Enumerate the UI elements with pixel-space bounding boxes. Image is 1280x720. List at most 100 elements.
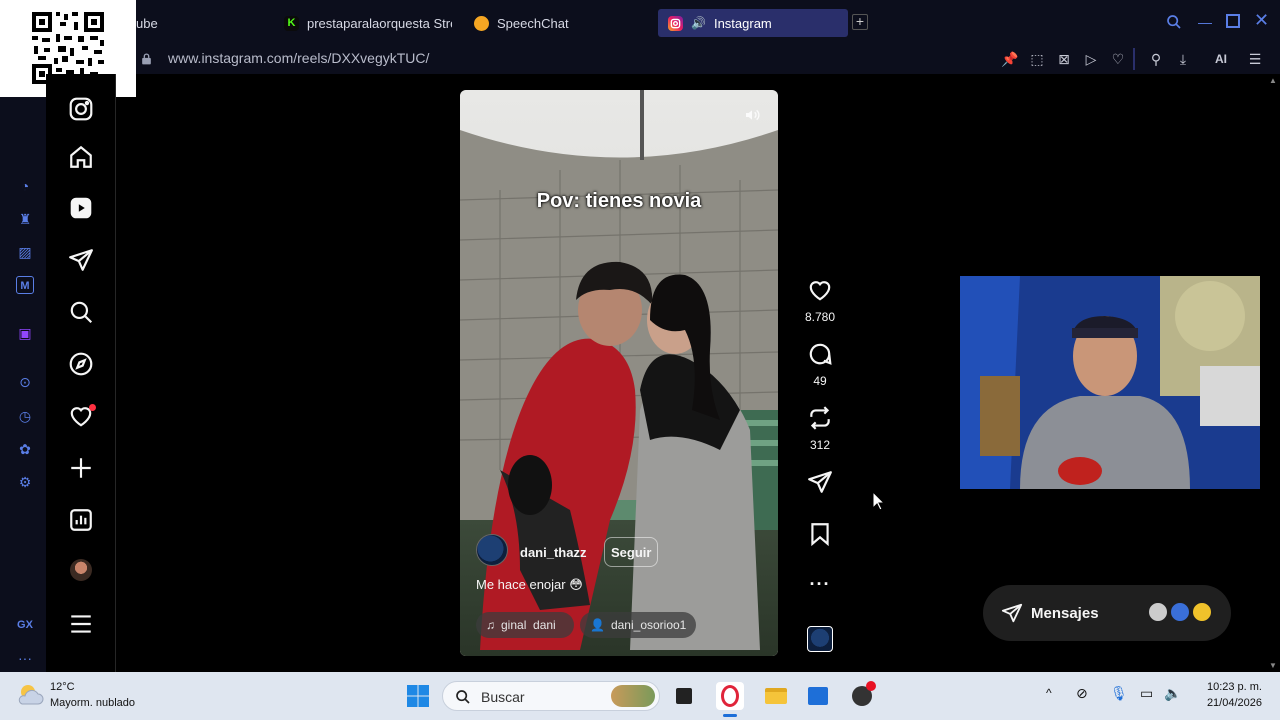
tab-label: SpeechChat bbox=[497, 15, 569, 31]
account-icon[interactable]: ⚲ bbox=[1147, 50, 1165, 68]
toolbar-divider bbox=[1133, 48, 1135, 70]
new-tab-button[interactable]: + bbox=[852, 14, 868, 30]
windows-start-icon[interactable] bbox=[406, 684, 430, 708]
speechchat-icon bbox=[474, 15, 489, 31]
save-button[interactable] bbox=[804, 521, 836, 552]
gx-label: GX bbox=[17, 619, 33, 631]
instagram-sidebar bbox=[46, 74, 116, 672]
address-bar: www.instagram.com/reels/DXXvegykTUC/ 📌 ⬚… bbox=[0, 44, 1280, 74]
author-username[interactable]: dani_thazz bbox=[520, 545, 586, 560]
share-button[interactable] bbox=[804, 469, 836, 500]
more-menu-icon[interactable] bbox=[68, 611, 94, 637]
search-tabs-icon[interactable] bbox=[1166, 14, 1182, 30]
tab-instagram[interactable]: 🔊 Instagram bbox=[658, 9, 848, 37]
repost-button[interactable]: 312 bbox=[804, 405, 836, 452]
tab-youtube[interactable]: ube bbox=[136, 9, 266, 37]
messages-icon[interactable] bbox=[68, 247, 94, 273]
reel-video[interactable]: Pov: tienes novia dani_thazz Seguir Me h… bbox=[460, 90, 778, 656]
message-avatar bbox=[1147, 601, 1169, 623]
message-avatar bbox=[1169, 601, 1191, 623]
chevron-up-icon[interactable]: ^ bbox=[1046, 686, 1052, 700]
extensions-icon[interactable]: ✿ bbox=[16, 440, 34, 458]
follow-label: Seguir bbox=[611, 544, 652, 560]
settings-icon[interactable]: ⚙ bbox=[16, 473, 34, 491]
cleaner-icon[interactable]: ♜ bbox=[16, 210, 34, 228]
weather-cloud-icon[interactable] bbox=[16, 682, 44, 706]
file-explorer-icon[interactable] bbox=[762, 682, 790, 710]
instagram-icon bbox=[668, 15, 683, 31]
message-avatar bbox=[1191, 601, 1213, 623]
twitch-icon[interactable]: ▣ bbox=[16, 324, 34, 342]
tab-kick[interactable]: K prestaparalaorquesta Stre bbox=[284, 9, 452, 37]
reels-icon[interactable] bbox=[68, 195, 94, 221]
hot-tabs-icon[interactable]: ▨ bbox=[16, 243, 34, 261]
repost-icon bbox=[810, 406, 830, 430]
volume-icon[interactable] bbox=[743, 107, 761, 123]
player-icon[interactable]: ▷ bbox=[1082, 50, 1100, 68]
browser-tab-bar: ube K prestaparalaorquesta Stre SpeechCh… bbox=[0, 0, 1280, 44]
active-indicator bbox=[723, 714, 737, 717]
notification-dot bbox=[89, 404, 96, 411]
maximize-icon[interactable] bbox=[1226, 14, 1240, 28]
reel-description: Me hace enojar 😳 bbox=[476, 577, 583, 592]
messages-panel[interactable]: Mensajes bbox=[983, 585, 1231, 641]
speaker-icon[interactable]: 🔊 bbox=[691, 16, 706, 30]
minimize-icon[interactable]: — bbox=[1198, 14, 1212, 30]
like-button[interactable]: 8.780 bbox=[804, 277, 836, 324]
favorite-icon[interactable]: ♡ bbox=[1109, 50, 1127, 68]
task-view-icon[interactable] bbox=[670, 682, 698, 710]
clock-time[interactable]: 10:23 p. m. bbox=[1198, 681, 1262, 693]
instagram-logo-icon[interactable] bbox=[68, 96, 94, 122]
volume-tray-icon[interactable]: 🔈 bbox=[1164, 685, 1181, 702]
display-icon[interactable]: ▭ bbox=[1140, 685, 1153, 702]
more-options-button[interactable]: ··· bbox=[804, 574, 836, 595]
snapshot-icon[interactable]: ⬚ bbox=[1028, 50, 1046, 68]
like-count: 8.780 bbox=[804, 310, 836, 324]
comment-count: 49 bbox=[813, 374, 827, 388]
kick-icon: K bbox=[284, 15, 299, 31]
network-off-icon[interactable]: ⊘ bbox=[1076, 685, 1088, 702]
heart-icon bbox=[809, 281, 831, 301]
history-icon[interactable]: ◷ bbox=[16, 407, 34, 425]
follow-button[interactable]: Seguir bbox=[604, 537, 659, 567]
weather-temp[interactable]: 12°C bbox=[50, 681, 75, 693]
tagged-user-chip[interactable]: 👤 dani_osorioo1 bbox=[580, 612, 697, 638]
player-sidebar-icon[interactable]: ⊙ bbox=[16, 373, 34, 391]
weather-desc[interactable]: Mayorm. nublado bbox=[50, 697, 135, 709]
ai-label: AI bbox=[1215, 52, 1227, 66]
tagged-user-label: dani_osorioo1 bbox=[610, 618, 687, 632]
tab-speechchat[interactable]: SpeechChat bbox=[474, 9, 644, 37]
download-icon[interactable]: ⤓ bbox=[1174, 50, 1192, 68]
gx-mail-icon[interactable]: M bbox=[16, 276, 34, 294]
aria-ai-button[interactable]: AI bbox=[1204, 50, 1238, 68]
adblock-icon[interactable]: ⊠ bbox=[1055, 50, 1073, 68]
menu-icon[interactable]: ☰ bbox=[1246, 50, 1264, 68]
opera-taskbar-icon[interactable] bbox=[716, 682, 744, 710]
url-field[interactable]: www.instagram.com/reels/DXXvegykTUC/ bbox=[168, 50, 429, 66]
profile-avatar[interactable] bbox=[70, 559, 92, 581]
pin-icon[interactable]: 📌 bbox=[1001, 50, 1019, 68]
microphone-icon[interactable]: 🎙 bbox=[1110, 685, 1128, 702]
gx-corner-icon[interactable]: GX bbox=[16, 616, 34, 634]
taskbar-search[interactable]: Buscar bbox=[442, 681, 660, 711]
dashboard-icon[interactable] bbox=[68, 507, 94, 533]
more-icon[interactable]: ··· bbox=[16, 649, 34, 667]
aria-icon[interactable]: ◔ bbox=[16, 177, 34, 195]
home-icon[interactable] bbox=[68, 144, 94, 170]
audio-chip[interactable]: ♫ ginal dani bbox=[476, 612, 574, 638]
search-icon bbox=[456, 690, 470, 704]
reel-video-frame bbox=[460, 90, 778, 656]
send-icon bbox=[808, 471, 832, 493]
audio-thumbnail[interactable] bbox=[807, 626, 833, 652]
page-scrollbar[interactable]: ▲ ▼ bbox=[1266, 74, 1280, 672]
explore-icon[interactable] bbox=[68, 351, 94, 377]
lock-icon[interactable] bbox=[140, 52, 153, 66]
close-icon[interactable]: ✕ bbox=[1254, 10, 1270, 31]
store-icon[interactable] bbox=[804, 682, 832, 710]
comment-button[interactable]: 49 bbox=[804, 341, 836, 388]
clock-date[interactable]: 21/04/2026 bbox=[1198, 697, 1262, 709]
create-icon[interactable] bbox=[68, 455, 94, 481]
search-placeholder: Buscar bbox=[481, 689, 525, 705]
search-icon[interactable] bbox=[68, 299, 94, 325]
author-avatar[interactable] bbox=[476, 534, 508, 566]
